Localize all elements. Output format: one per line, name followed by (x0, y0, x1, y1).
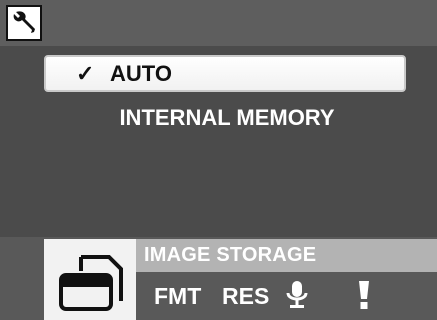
top-bar (0, 0, 437, 46)
wrench-icon (13, 11, 35, 33)
checkmark-icon: ✓ (76, 60, 95, 86)
tab-image-storage[interactable] (44, 239, 136, 320)
setup-tab[interactable] (6, 5, 42, 41)
bottom-tab-bar: IMAGE STORAGE FMT RES (0, 237, 437, 320)
tab-alert[interactable] (356, 279, 372, 317)
menu-item-internal-memory[interactable]: INTERNAL MEMORY (44, 99, 406, 136)
memory-card-icon (59, 254, 123, 311)
menu-item-label: INTERNAL MEMORY (119, 104, 335, 130)
camera-setup-screen: ✓ AUTO INTERNAL MEMORY IMAGE STORAGE FMT… (0, 0, 437, 320)
menu-item-label: AUTO (110, 60, 172, 86)
tab-voice[interactable] (284, 279, 310, 315)
tab-fmt[interactable]: FMT (154, 283, 201, 310)
tab-label-bar: IMAGE STORAGE (136, 239, 437, 272)
menu-item-auto[interactable]: ✓ AUTO (44, 55, 406, 92)
exclamation-icon (359, 281, 369, 309)
tab-label: IMAGE STORAGE (144, 244, 317, 266)
microphone-icon (286, 281, 308, 308)
tab-icon-row: FMT RES (136, 273, 437, 320)
tab-res[interactable]: RES (222, 283, 269, 310)
storage-menu: ✓ AUTO INTERNAL MEMORY (44, 55, 406, 136)
